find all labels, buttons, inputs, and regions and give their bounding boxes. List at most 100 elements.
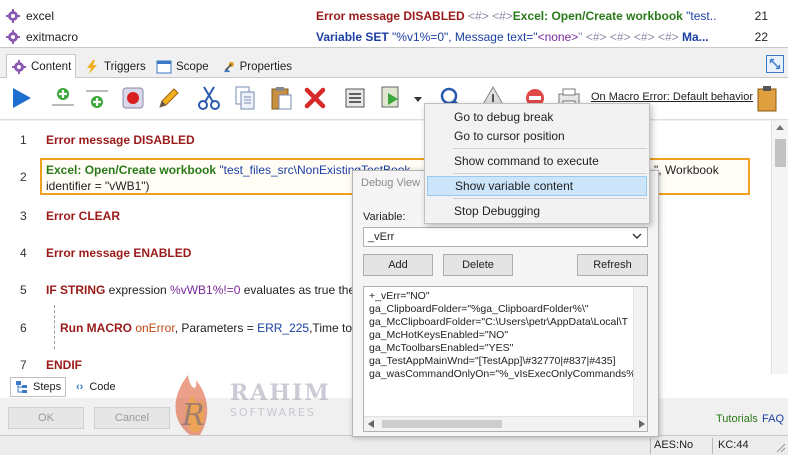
macro-gear-icon	[6, 30, 20, 44]
tab-steps[interactable]: Steps	[10, 377, 67, 397]
code-segment: ERR_225	[257, 321, 310, 335]
variable-line: ga_wasCommandOnlyOn="%_vIsExecOnlyComman…	[369, 368, 636, 380]
menu-separator	[453, 198, 647, 199]
line-code: Run MACRO onError, Parameters = ERR_225,…	[60, 321, 364, 335]
code-segment: Error message DISABLED	[46, 133, 195, 147]
tab-content[interactable]: Content	[6, 54, 76, 79]
scroll-up-arrow-icon[interactable]	[776, 125, 784, 130]
refresh-button[interactable]: Refresh	[577, 254, 648, 276]
code-segment: Ma...	[681, 30, 709, 44]
menu-item-go-to-cursor-position[interactable]: Go to cursor position	[427, 126, 647, 146]
delete-button[interactable]	[300, 83, 330, 113]
ok-button[interactable]: OK	[8, 407, 84, 429]
line-number: 4	[20, 246, 27, 260]
variable-list-vscrollbar[interactable]	[633, 287, 647, 417]
macro-number: 22	[754, 30, 768, 44]
insert-command-button[interactable]	[82, 83, 112, 113]
paste-button[interactable]	[266, 83, 296, 113]
scroll-thumb[interactable]	[775, 139, 786, 167]
code-segment: Run MACRO	[60, 321, 132, 335]
variable-line: ga_McHotKeysEnabled="NO"	[369, 329, 509, 341]
macro-description: Variable SET "%v1%=0", Message text="<no…	[316, 30, 716, 44]
copy-button[interactable]	[230, 83, 260, 113]
status-separator	[712, 438, 713, 454]
debug-icon	[381, 86, 399, 108]
code-segment: Excel: Open/Create workbook	[46, 163, 217, 177]
faq-link[interactable]: FAQ	[762, 413, 784, 425]
menu-item-show-variable-content[interactable]: Show variable content	[427, 176, 647, 196]
hscroll-thumb[interactable]	[382, 420, 502, 428]
editor-tabbar: Content Triggers Scope Properties	[0, 52, 788, 79]
menu-item-stop-debugging[interactable]: Stop Debugging	[427, 201, 647, 221]
edit-button[interactable]	[154, 83, 184, 113]
tab-code[interactable]: ‹› Code	[76, 377, 116, 397]
menu-item-show-command-to-execute[interactable]: Show command to execute	[427, 151, 647, 171]
record-button[interactable]	[118, 83, 148, 113]
status-keycode: KC:44	[718, 439, 749, 451]
add-command-button[interactable]	[48, 83, 78, 113]
tab-label: Code	[89, 381, 116, 393]
watermark-tagline: SOFTWARES	[230, 406, 316, 419]
macro-list[interactable]: excel Error message DISABLED <#> <#>Exce…	[0, 0, 788, 48]
tab-triggers[interactable]: Triggers	[80, 55, 148, 78]
code-segment: <#> <#>	[464, 9, 513, 23]
tab-label: Steps	[33, 381, 62, 393]
macro-row-exitmacro[interactable]: exitmacro Variable SET "%v1%=0", Message…	[0, 27, 788, 47]
variable-select-value: _vErr	[368, 231, 395, 243]
gear-icon	[12, 60, 26, 74]
variable-list-hscrollbar[interactable]	[364, 416, 647, 431]
code-segment: Error CLEAR	[46, 209, 121, 223]
code-segment: ENDIF	[46, 358, 82, 372]
macro-description: Error message DISABLED <#> <#>Excel: Ope…	[316, 9, 716, 23]
delete-icon	[304, 87, 326, 109]
code-segment: %vWB1%!=0	[170, 283, 241, 297]
code-brackets-icon: ‹›	[76, 381, 84, 393]
code-segment: " <#> <#> <#> <#>	[578, 30, 682, 44]
edit-icon	[159, 88, 179, 108]
code-segment: Error message ENABLED	[46, 246, 192, 260]
menu-item-go-to-debug-break[interactable]: Go to debug break	[427, 107, 647, 127]
window-icon	[156, 60, 172, 73]
tab-scope[interactable]: Scope	[152, 55, 214, 78]
variable-line: ga_McToolbarsEnabled="YES"	[369, 342, 514, 354]
variable-content-list[interactable]: +_vErr="NO" ga_ClipboardFolder="%ga_Clip…	[363, 286, 648, 432]
if-block-guide	[54, 305, 55, 349]
paste-icon	[271, 87, 292, 110]
cut-button[interactable]	[194, 83, 224, 113]
disable-button[interactable]	[340, 83, 370, 113]
play-button[interactable]	[6, 83, 36, 113]
variable-select[interactable]: _vErr	[363, 227, 648, 247]
tab-label: Properties	[239, 60, 292, 73]
code-segment: <none>	[537, 30, 579, 44]
code-segment: expression	[105, 283, 171, 297]
scroll-left-icon[interactable]	[368, 420, 374, 428]
macro-name: exitmacro	[26, 30, 79, 44]
variable-line: ga_McClipboardFolder="C:\Users\petr\AppD…	[369, 316, 629, 328]
menu-separator	[453, 148, 647, 149]
scroll-right-icon[interactable]	[639, 420, 645, 428]
macro-row-excel[interactable]: excel Error message DISABLED <#> <#>Exce…	[0, 6, 788, 26]
editor-scrollbar[interactable]	[771, 121, 788, 374]
code-segment: evaluates as true then	[240, 283, 362, 297]
code-segment: Excel: Open/Create workbook	[512, 9, 683, 23]
line-code: ENDIF	[46, 358, 82, 372]
status-bar: AES:No KC:44	[0, 435, 788, 455]
expand-button[interactable]	[766, 55, 784, 73]
tab-properties[interactable]: Properties	[218, 55, 292, 78]
clipboard-button[interactable]	[752, 83, 782, 113]
insert-command-icon	[86, 90, 108, 108]
on-macro-error-link[interactable]: On Macro Error: Default behavior	[591, 91, 753, 103]
copy-icon	[235, 86, 255, 110]
debug-context-menu: Go to debug break Go to cursor position …	[424, 103, 650, 224]
cancel-button[interactable]: Cancel	[94, 407, 170, 429]
status-caps: AES:No	[654, 439, 694, 451]
add-variable-button[interactable]: Add	[363, 254, 433, 276]
disable-icon	[345, 88, 365, 108]
code-segment: "%v1%=0", Message text="	[388, 30, 538, 44]
variable-line: ga_ClipboardFolder="%ga_ClipboardFolder%…	[369, 303, 589, 315]
resize-grip-icon[interactable]	[774, 441, 786, 453]
debug-button[interactable]	[376, 83, 406, 113]
delete-variable-button[interactable]: Delete	[443, 254, 513, 276]
tutorials-link[interactable]: Tutorials	[716, 413, 758, 425]
add-command-icon	[52, 88, 74, 106]
